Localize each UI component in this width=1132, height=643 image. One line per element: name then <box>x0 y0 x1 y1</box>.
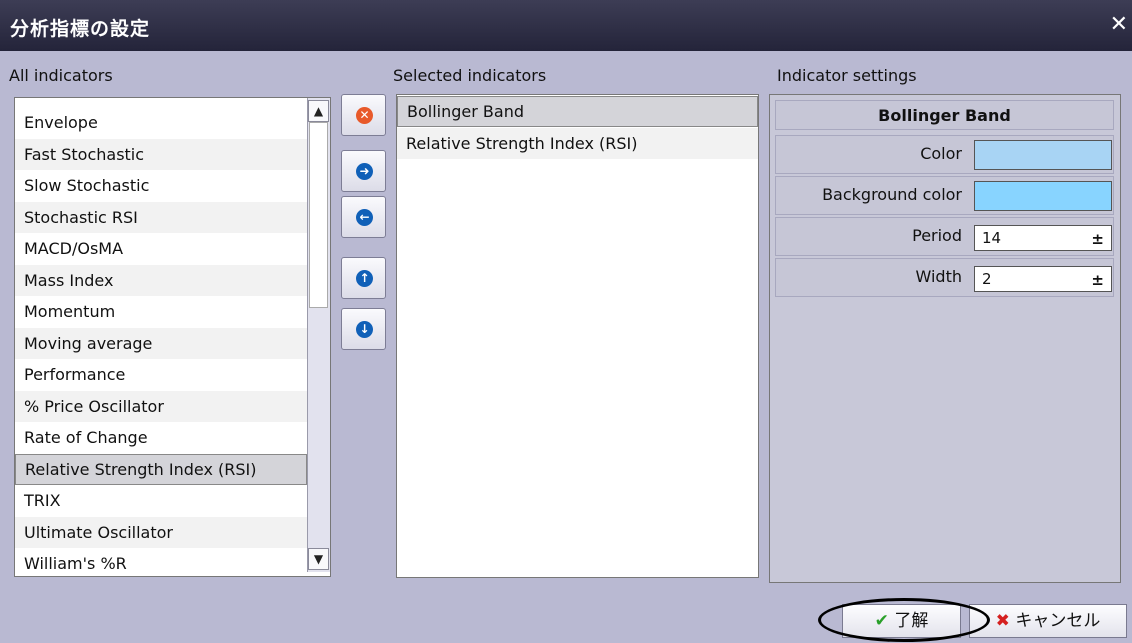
add-indicator-button[interactable]: ➜ <box>341 150 386 192</box>
scroll-thumb[interactable] <box>309 122 328 308</box>
list-item[interactable]: TRIX <box>15 485 307 516</box>
list-item[interactable]: Slow Stochastic <box>15 170 307 201</box>
highlight-circle <box>818 598 990 642</box>
setting-row-width: Width 2 ± <box>775 258 1114 297</box>
remove-indicator-button[interactable]: ✕ <box>341 94 386 136</box>
setting-label: Color <box>920 144 962 163</box>
cross-icon: ✖ <box>995 611 1010 631</box>
all-indicators-label: All indicators <box>9 66 113 85</box>
list-item[interactable]: Momentum <box>15 296 307 327</box>
scrollbar[interactable]: ▲ ▼ <box>307 98 330 572</box>
close-icon[interactable]: ✕ <box>1110 12 1128 37</box>
selected-indicators-label: Selected indicators <box>393 66 547 85</box>
indicator-settings-panel: Bollinger Band Color Background color Pe… <box>769 94 1121 583</box>
indicator-settings-dialog: 分析指標の設定 ✕ All indicators Selected indica… <box>0 0 1132 643</box>
color-swatch[interactable] <box>974 140 1112 170</box>
window-title: 分析指標の設定 <box>10 18 151 40</box>
all-indicators-list[interactable]: Envelope Fast Stochastic Slow Stochastic St… <box>14 97 331 577</box>
list-item[interactable]: William's %R <box>15 548 307 576</box>
arrow-left-icon: ← <box>356 209 373 226</box>
list-item[interactable]: MACD/OsMA <box>15 233 307 264</box>
scroll-down-icon[interactable]: ▼ <box>308 548 329 570</box>
move-down-button[interactable]: ↓ <box>341 308 386 350</box>
setting-label: Width <box>915 267 962 286</box>
arrow-right-icon: ➜ <box>356 163 373 180</box>
remove-icon: ✕ <box>356 107 373 124</box>
list-item[interactable]: Relative Strength Index (RSI) <box>397 128 758 159</box>
list-item[interactable]: % Price Oscillator <box>15 390 307 422</box>
list-item[interactable]: Moving average <box>15 327 307 359</box>
selected-indicators-list[interactable]: Bollinger Band Relative Strength Index (… <box>396 94 759 578</box>
arrow-up-icon: ↑ <box>356 270 373 287</box>
indicator-settings-label: Indicator settings <box>777 66 917 85</box>
background-color-swatch[interactable] <box>974 181 1112 211</box>
setting-row-color: Color <box>775 135 1114 174</box>
list-item[interactable]: Envelope <box>15 107 307 138</box>
cancel-button[interactable]: ✖ キャンセル <box>969 604 1127 638</box>
scroll-up-icon[interactable]: ▲ <box>308 100 329 122</box>
remove-selected-button[interactable]: ← <box>341 196 386 238</box>
list-item[interactable]: Relative Strength Index (RSI) <box>15 453 307 485</box>
spinner-icon[interactable]: ± <box>1091 230 1104 248</box>
setting-row-period: Period 14 ± <box>775 217 1114 256</box>
spinner-icon[interactable]: ± <box>1091 271 1104 289</box>
list-item[interactable]: Ultimate Oscillator <box>15 516 307 548</box>
arrow-down-icon: ↓ <box>356 321 373 338</box>
list-item[interactable]: Fast Stochastic <box>15 138 307 170</box>
period-stepper[interactable]: 14 ± <box>974 225 1112 251</box>
move-up-button[interactable]: ↑ <box>341 257 386 299</box>
list-item[interactable]: Bollinger Band <box>397 96 758 127</box>
setting-label: Period <box>912 226 962 245</box>
width-stepper[interactable]: 2 ± <box>974 266 1112 292</box>
list-item[interactable]: Stochastic RSI <box>15 201 307 233</box>
setting-row-background-color: Background color <box>775 176 1114 215</box>
list-item[interactable]: Rate of Change <box>15 422 307 453</box>
title-bar[interactable]: 分析指標の設定 ✕ <box>0 0 1132 51</box>
list-item[interactable]: Mass Index <box>15 264 307 296</box>
setting-label: Background color <box>822 185 962 204</box>
settings-header: Bollinger Band <box>775 100 1114 130</box>
list-item[interactable]: Performance <box>15 359 307 390</box>
